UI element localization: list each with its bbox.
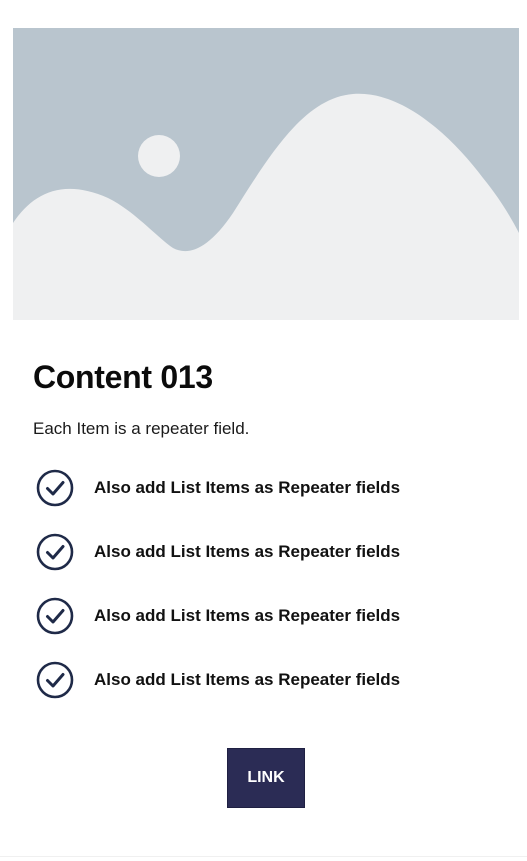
list-item: Also add List Items as Repeater fields (33, 468, 503, 508)
card-subtitle: Each Item is a repeater field. (33, 419, 250, 438)
list-item: Also add List Items as Repeater fields (33, 660, 503, 700)
card-content: Content 013 Each Item is a repeater fiel… (33, 355, 503, 724)
list-item-label: Also add List Items as Repeater fields (94, 670, 401, 689)
list-item-label: Also add List Items as Repeater fields (94, 542, 401, 561)
check-circle-icon (36, 469, 74, 507)
card-title: Content 013 (33, 359, 213, 395)
list-item-label: Also add List Items as Repeater fields (94, 478, 401, 497)
check-circle-icon (36, 533, 74, 571)
link-button[interactable]: LINK (227, 748, 305, 808)
image-placeholder (13, 28, 519, 320)
image-placeholder-icon (13, 28, 519, 320)
list-item-label: Also add List Items as Repeater fields (94, 606, 401, 625)
check-circle-icon (36, 661, 74, 699)
divider (0, 856, 527, 857)
check-circle-icon (36, 597, 74, 635)
list-item: Also add List Items as Repeater fields (33, 532, 503, 572)
list-item: Also add List Items as Repeater fields (33, 596, 503, 636)
feature-list: Also add List Items as Repeater fields A… (33, 468, 503, 700)
content-card: Content 013 Each Item is a repeater fiel… (0, 0, 527, 861)
